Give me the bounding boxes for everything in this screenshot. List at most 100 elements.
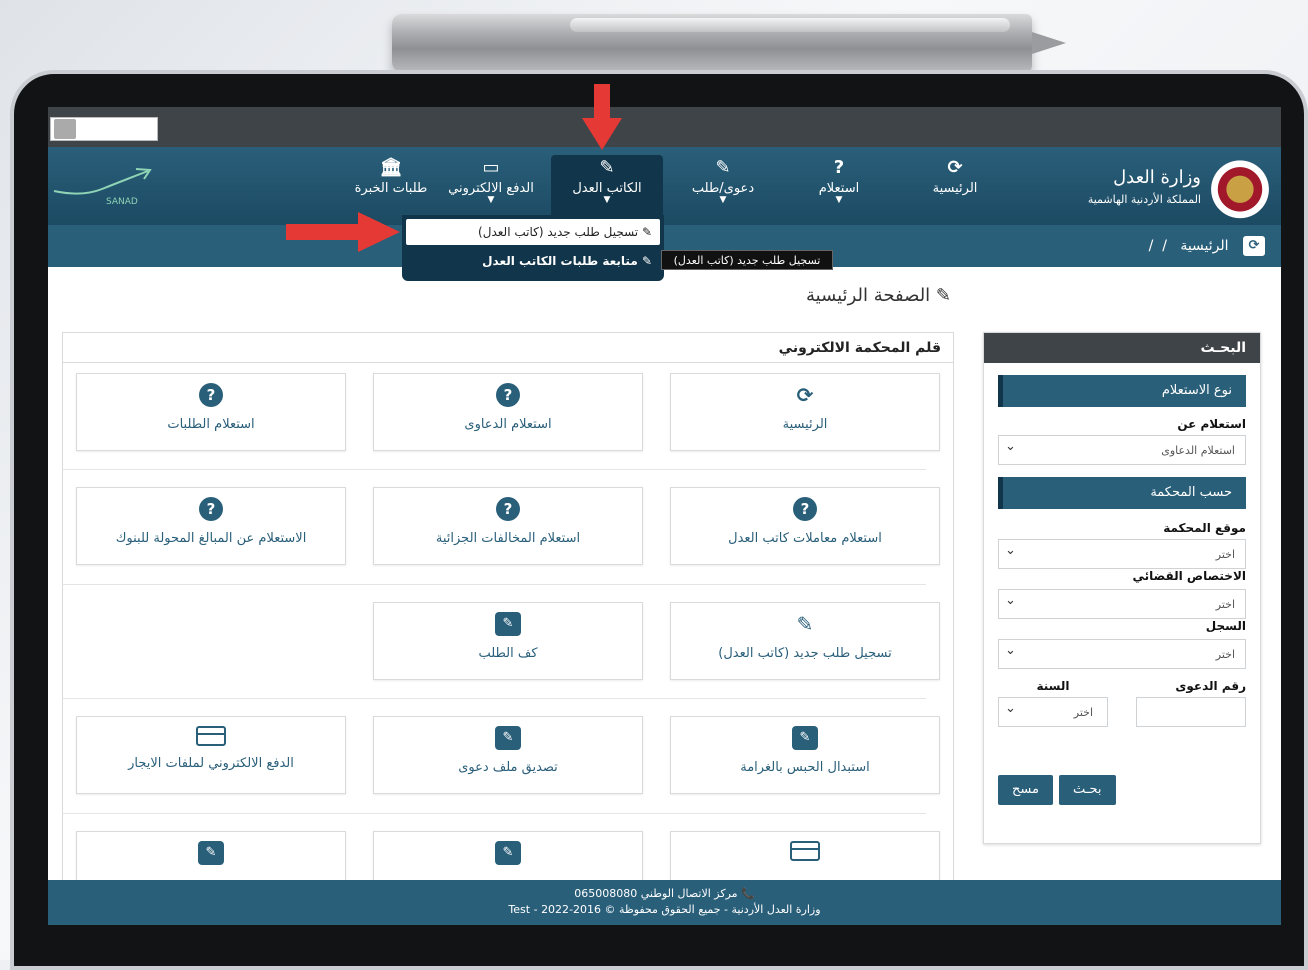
tile-label: تصديق ملف دعوى bbox=[458, 760, 558, 775]
tile-certify-lawsuit[interactable]: ✎ تصديق ملف دعوى bbox=[373, 716, 643, 794]
pencil-icon: ✎ bbox=[495, 612, 521, 636]
nav-home[interactable]: ⟳ الرئيسية bbox=[899, 155, 1011, 225]
search-buttons: مسح بحـث bbox=[998, 775, 1246, 805]
page-title-text: الصفحة الرئيسية bbox=[805, 285, 931, 306]
footer-phone: 📞 مركز الاتصال الوطني 065008080 bbox=[574, 887, 755, 900]
bank-icon: 🏛 bbox=[379, 157, 403, 178]
question-icon: ? bbox=[793, 497, 817, 521]
stylus-highlight bbox=[570, 18, 1010, 32]
question-icon: ? bbox=[199, 383, 223, 407]
crest-icon bbox=[1209, 153, 1271, 219]
jurisdiction-label: الاختصاص القضائي bbox=[1132, 569, 1246, 583]
footer-copyright: وزارة العدل الأردنية - جميع الحقوق محفوظ… bbox=[508, 903, 821, 916]
tile-label: استبدال الحبس بالغرامة bbox=[740, 760, 870, 775]
tile-notary-inquiry[interactable]: ? استعلام معاملات كاتب العدل bbox=[670, 487, 940, 565]
refresh-icon[interactable]: ⟳ bbox=[1243, 236, 1265, 256]
clear-button[interactable]: مسح bbox=[998, 775, 1053, 805]
tile-label: استعلام الدعاوى bbox=[464, 417, 552, 432]
tile-withdraw-request[interactable]: ✎ كف الطلب bbox=[373, 602, 643, 680]
jurisdiction-select[interactable]: اختر bbox=[998, 586, 1246, 619]
refresh-icon: ⟳ bbox=[947, 157, 963, 178]
tile-label: الدفع الالكتروني لملفات الايجار bbox=[128, 756, 294, 771]
page-title: ✎ الصفحة الرئيسية bbox=[805, 285, 951, 306]
case-number-label: رقم الدعوى bbox=[1175, 679, 1246, 693]
court-site-select[interactable]: اختر bbox=[998, 536, 1246, 569]
tile-replace-detention[interactable]: ✎ استبدال الحبس بالغرامة bbox=[670, 716, 940, 794]
question-icon: ? bbox=[496, 383, 520, 407]
tile-label: كف الطلب bbox=[478, 646, 538, 661]
court-bar: حسب المحكمة bbox=[998, 477, 1246, 509]
breadcrumb-separator: / bbox=[1148, 238, 1154, 254]
tile-bank-transfers-inquiry[interactable]: ? الاستعلام عن المبالغ المحولة للبنوك bbox=[76, 487, 346, 565]
inquiry-label: استعلام عن bbox=[1177, 417, 1246, 431]
tile-violations-inquiry[interactable]: ? استعلام المخالفات الجزائية bbox=[373, 487, 643, 565]
nav-experts-label: طلبات الخبرة bbox=[354, 181, 428, 196]
inquiry-type-bar: نوع الاستعلام bbox=[998, 375, 1246, 407]
case-year-row: رقم الدعوى السنة اختر bbox=[998, 679, 1246, 727]
register-label: السجل bbox=[1205, 619, 1246, 633]
breadcrumb-home[interactable]: الرئيسية bbox=[1180, 238, 1228, 254]
credit-card-icon bbox=[790, 841, 820, 861]
register-select[interactable]: اختر bbox=[998, 636, 1246, 669]
tile-new-notary-request[interactable]: ✎ تسجيل طلب جديد (كاتب العدل) bbox=[670, 602, 940, 680]
pencil-icon: ✎ bbox=[198, 841, 224, 865]
divider bbox=[62, 469, 926, 470]
credit-card-icon: ▭ bbox=[482, 157, 500, 178]
nav-epay-label: الدفع الالكتروني bbox=[448, 181, 534, 196]
tile-home[interactable]: ⟳ الرئيسية bbox=[670, 373, 940, 451]
tile-label: تسجيل طلب جديد (كاتب العدل) bbox=[718, 646, 892, 661]
nav-home-label: الرئيسية bbox=[932, 181, 978, 196]
pencil-icon: ✎ bbox=[495, 841, 521, 865]
dropdown-item-new-request[interactable]: ✎ تسجيل طلب جديد (كاتب العدل) bbox=[406, 219, 660, 245]
sanad-logo[interactable]: SANAD bbox=[52, 165, 152, 209]
divider bbox=[62, 813, 926, 814]
nav-lawsuit[interactable]: ✎ دعوى/طلب ▼ bbox=[667, 155, 779, 225]
dropdown-item-follow-requests[interactable]: ✎ متابعة طلبات الكاتب العدل bbox=[402, 245, 664, 275]
refresh-icon: ⟳ bbox=[796, 383, 814, 407]
question-icon: ? bbox=[199, 497, 223, 521]
user-box[interactable] bbox=[50, 117, 158, 141]
footer-phone-text: مركز الاتصال الوطني 065008080 bbox=[574, 887, 738, 900]
caret-icon: ▼ bbox=[603, 195, 611, 205]
tile-rent-epay[interactable]: الدفع الالكتروني لملفات الايجار bbox=[76, 716, 346, 794]
avatar bbox=[54, 119, 76, 139]
search-button[interactable]: بحـث bbox=[1058, 775, 1116, 805]
caret-icon: ▼ bbox=[719, 195, 727, 205]
annotation-arrow-right-icon bbox=[286, 212, 400, 252]
year-label: السنة bbox=[1036, 679, 1070, 693]
panel-header: قلم المحكمة الالكتروني bbox=[63, 333, 953, 363]
top-bar bbox=[48, 107, 1281, 147]
sanad-text: SANAD bbox=[106, 197, 138, 207]
divider bbox=[62, 698, 926, 699]
nav-lawsuit-label: دعوى/طلب bbox=[691, 181, 755, 196]
tile-label: استعلام المخالفات الجزائية bbox=[435, 531, 581, 546]
court-site-label: موقع المحكمة bbox=[1163, 521, 1246, 535]
annotation-arrow-down-icon bbox=[582, 84, 622, 150]
tile-label: استعلام معاملات كاتب العدل bbox=[728, 531, 882, 546]
tile-requests-inquiry[interactable]: ? استعلام الطلبات bbox=[76, 373, 346, 451]
nav-inquiry[interactable]: ? استعلام ▼ bbox=[783, 155, 895, 225]
edit-icon: ✎ bbox=[599, 157, 615, 178]
case-number-input[interactable] bbox=[1136, 697, 1246, 727]
edit-icon: ✎ bbox=[796, 612, 814, 636]
inquiry-select[interactable]: استعلام الدعاوى bbox=[998, 432, 1246, 465]
main-nav: وزارة العدل المملكة الأردنية الهاشمية ⟳ ا… bbox=[48, 147, 1281, 225]
logo-title: وزارة العدل bbox=[1113, 167, 1201, 188]
tooltip: تسجيل طلب جديد (كاتب العدل) bbox=[661, 250, 833, 270]
nav-notary-label: الكاتب العدل bbox=[572, 181, 642, 196]
tile-lawsuit-inquiry[interactable]: ? استعلام الدعاوى bbox=[373, 373, 643, 451]
pencil-icon: ✎ bbox=[792, 726, 818, 750]
divider bbox=[62, 584, 926, 585]
question-icon: ? bbox=[833, 157, 845, 178]
logo-subtitle: المملكة الأردنية الهاشمية bbox=[1087, 193, 1201, 206]
breadcrumb-separator: / bbox=[1162, 238, 1167, 254]
question-icon: ? bbox=[496, 497, 520, 521]
tile-label: الاستعلام عن المبالغ المحولة للبنوك bbox=[115, 531, 307, 546]
ministry-logo[interactable]: وزارة العدل المملكة الأردنية الهاشمية bbox=[1081, 153, 1271, 219]
sidebar-header: البحـث bbox=[984, 333, 1260, 363]
caret-icon: ▼ bbox=[835, 195, 843, 205]
app-screen: وزارة العدل المملكة الأردنية الهاشمية ⟳ ا… bbox=[48, 107, 1281, 925]
pencil-icon: ✎ bbox=[715, 157, 731, 178]
notary-dropdown: ✎ تسجيل طلب جديد (كاتب العدل) ✎ متابعة ط… bbox=[402, 215, 664, 281]
year-select[interactable]: اختر bbox=[998, 694, 1108, 727]
